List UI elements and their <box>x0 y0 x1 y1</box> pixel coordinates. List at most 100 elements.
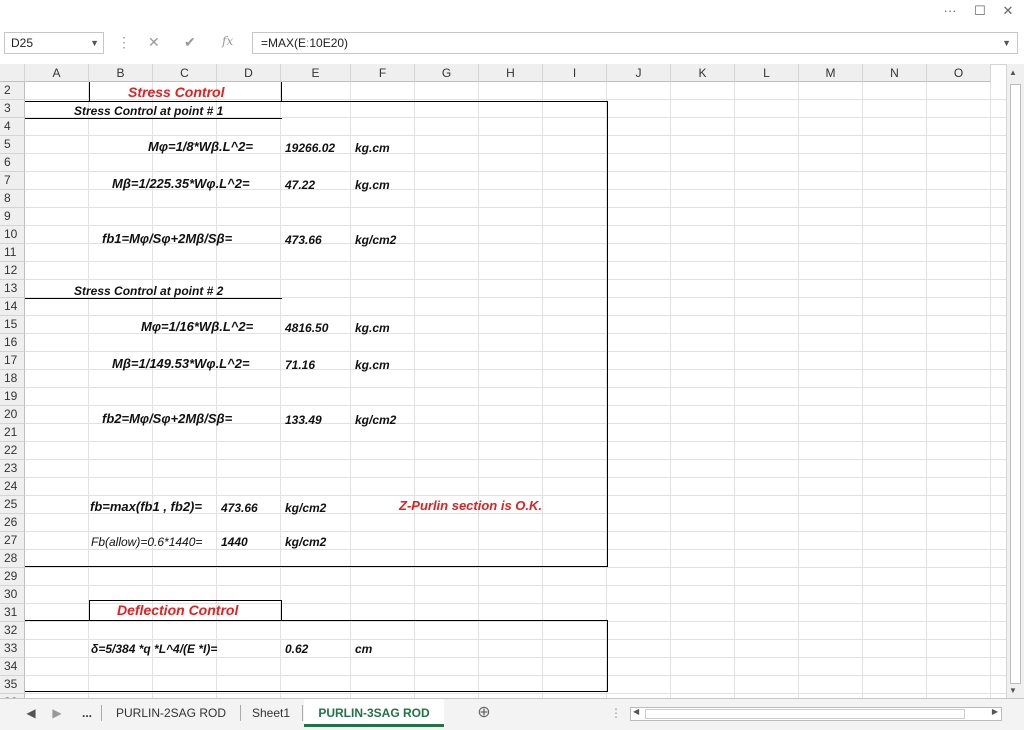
column-header[interactable]: J <box>607 64 671 82</box>
r27-unit[interactable]: kg/cm2 <box>285 534 326 550</box>
r5-value[interactable]: 19266.02 <box>285 140 335 156</box>
row-header[interactable]: 19 <box>0 388 25 406</box>
row-header[interactable]: 9 <box>0 208 25 226</box>
formula-input[interactable]: =MAX(E:10E20) ▼ <box>252 32 1018 54</box>
row-header[interactable]: 33 <box>0 640 25 658</box>
r27-value[interactable]: 1440 <box>221 534 248 550</box>
row-header[interactable]: 22 <box>0 442 25 460</box>
row-header[interactable]: 17 <box>0 352 25 370</box>
row-header[interactable]: 14 <box>0 298 25 316</box>
scroll-right-icon[interactable]: ▶ <box>992 707 998 716</box>
h-scroll-thumb[interactable] <box>645 709 965 719</box>
tab-sheet1[interactable]: Sheet1 <box>244 699 298 727</box>
row-header[interactable]: 4 <box>0 118 25 136</box>
more-sheets-button[interactable]: ... <box>76 699 98 727</box>
r33-value[interactable]: 0.62 <box>285 641 308 657</box>
r20-unit[interactable]: kg/cm2 <box>355 412 396 428</box>
row-header[interactable]: 35 <box>0 676 25 694</box>
r17-value[interactable]: 71.16 <box>285 357 315 373</box>
column-header[interactable]: K <box>671 64 735 82</box>
r25-label[interactable]: fb=max(fb1 , fb2)= <box>90 499 202 515</box>
r15-unit[interactable]: kg.cm <box>355 320 390 336</box>
deflection-control-title[interactable]: Deflection Control <box>117 602 238 618</box>
row-header[interactable]: 28 <box>0 550 25 568</box>
row-header[interactable]: 34 <box>0 658 25 676</box>
scroll-thumb[interactable] <box>1010 84 1021 684</box>
restore-icon[interactable]: ☐ <box>970 3 990 19</box>
r10-value[interactable]: 473.66 <box>285 232 322 248</box>
enter-check-icon[interactable]: ✔ <box>184 34 196 51</box>
row-header[interactable]: 2 <box>0 82 25 100</box>
row-header[interactable]: 8 <box>0 190 25 208</box>
column-header[interactable]: A <box>25 64 89 82</box>
scroll-down-icon[interactable]: ▼ <box>1009 686 1017 695</box>
r20-value[interactable]: 133.49 <box>285 412 322 428</box>
r25-value[interactable]: 473.66 <box>221 500 258 516</box>
row-header[interactable]: 23 <box>0 460 25 478</box>
cancel-icon[interactable]: ✕ <box>148 34 160 51</box>
tab-purlin-3sag-rod[interactable]: PURLIN-3SAG ROD <box>304 699 444 727</box>
insert-function-icon[interactable]: fx <box>222 34 233 48</box>
r33-unit[interactable]: cm <box>355 641 372 657</box>
row-header[interactable]: 27 <box>0 532 25 550</box>
column-header[interactable]: G <box>415 64 479 82</box>
row-header[interactable]: 15 <box>0 316 25 334</box>
r7-unit[interactable]: kg.cm <box>355 177 390 193</box>
r25-unit[interactable]: kg/cm2 <box>285 500 326 516</box>
column-header[interactable]: L <box>735 64 799 82</box>
select-all-corner[interactable] <box>0 64 25 82</box>
r5-unit[interactable]: kg.cm <box>355 140 390 156</box>
point2-title[interactable]: Stress Control at point # 2 <box>74 283 223 299</box>
column-header[interactable]: B <box>89 64 153 82</box>
r20-label[interactable]: fb2=Mφ/Sφ+2Mβ/Sβ= <box>102 411 232 427</box>
column-header[interactable]: O <box>927 64 991 82</box>
tab-purlin-2sag-rod[interactable]: PURLIN-2SAG ROD <box>104 699 238 727</box>
row-header[interactable]: 31 <box>0 604 25 622</box>
scroll-left-icon[interactable]: ◀ <box>633 707 639 716</box>
row-header[interactable]: 10 <box>0 226 25 244</box>
row-header[interactable]: 29 <box>0 568 25 586</box>
r7-value[interactable]: 47.22 <box>285 177 315 193</box>
column-header[interactable]: F <box>351 64 415 82</box>
worksheet-grid[interactable]: ABCDEFGHIJKLMNO 2 3 4 5 6 7 8 9 10 11 12 13 14 15 16 17… <box>0 64 1006 698</box>
row-header[interactable]: 13 <box>0 280 25 298</box>
r15-label[interactable]: Mφ=1/16*Wβ.L^2= <box>141 319 253 335</box>
r10-label[interactable]: fb1=Mφ/Sφ+2Mβ/Sβ= <box>102 231 232 247</box>
row-header[interactable]: 11 <box>0 244 25 262</box>
row-header[interactable]: 30 <box>0 586 25 604</box>
scroll-up-icon[interactable]: ▲ <box>1009 68 1017 77</box>
column-header[interactable]: M <box>799 64 863 82</box>
row-header[interactable]: 18 <box>0 370 25 388</box>
r17-unit[interactable]: kg.cm <box>355 357 390 373</box>
r5-label[interactable]: Mφ=1/8*Wβ.L^2= <box>148 139 253 155</box>
next-sheet-icon[interactable]: ▶ <box>50 699 64 727</box>
point1-title[interactable]: Stress Control at point # 1 <box>74 103 223 119</box>
chevron-down-icon[interactable]: ▼ <box>90 33 99 53</box>
r25-status[interactable]: Z-Purlin section is O.K. <box>399 498 542 514</box>
row-header[interactable]: 7 <box>0 172 25 190</box>
r15-value[interactable]: 4816.50 <box>285 320 328 336</box>
r27-label[interactable]: Fb(allow)=0.6*1440= <box>91 534 202 550</box>
stress-control-title[interactable]: Stress Control <box>128 84 224 100</box>
column-header[interactable]: D <box>217 64 281 82</box>
prev-sheet-icon[interactable]: ◀ <box>24 699 38 727</box>
row-header[interactable]: 26 <box>0 514 25 532</box>
column-header[interactable]: N <box>863 64 927 82</box>
r7-label[interactable]: Mβ=1/225.35*Wφ.L^2= <box>112 176 250 192</box>
close-icon[interactable]: ✕ <box>998 3 1018 19</box>
column-header[interactable]: E <box>281 64 351 82</box>
row-header[interactable]: 5 <box>0 136 25 154</box>
plus-circle-icon[interactable]: ⊕ <box>474 699 494 727</box>
column-header[interactable]: H <box>479 64 543 82</box>
vertical-scrollbar[interactable]: ▲ ▼ <box>1006 64 1024 698</box>
name-box[interactable]: D25 ▼ <box>4 32 104 54</box>
row-header[interactable]: 20 <box>0 406 25 424</box>
horizontal-scrollbar[interactable]: ◀ ▶ <box>630 707 1002 721</box>
row-header[interactable]: 16 <box>0 334 25 352</box>
r17-label[interactable]: Mβ=1/149.53*Wφ.L^2= <box>112 356 250 372</box>
row-header[interactable]: 21 <box>0 424 25 442</box>
r33-label[interactable]: δ=5/384 *q *L^4/(E *I)= <box>91 641 217 657</box>
row-header[interactable]: 24 <box>0 478 25 496</box>
row-header[interactable]: 3 <box>0 100 25 118</box>
column-header[interactable]: I <box>543 64 607 82</box>
